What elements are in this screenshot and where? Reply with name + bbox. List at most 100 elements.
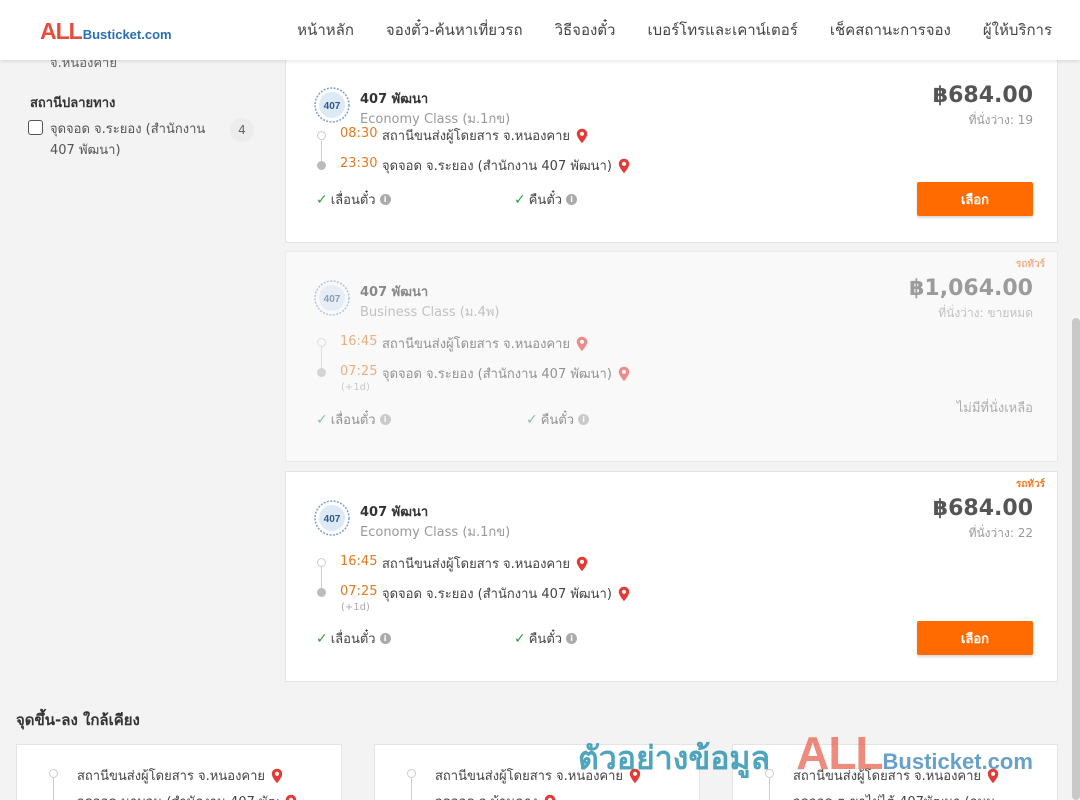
site-logo[interactable]: ALL Busticket.com [40,18,172,45]
coach-tag: รถทัวร์ [1015,479,1045,490]
nav-booking-search[interactable]: จองตั๋ว-ค้นหาเที่ยวรถ [386,18,523,42]
timeline-line [411,775,412,800]
nearby-destination: จุดจอด นาบอน (สำนักงาน 407 พัฒ [77,791,337,800]
map-pin-icon[interactable] [629,768,641,784]
map-pin-icon[interactable] [576,336,588,352]
info-icon[interactable]: i [379,633,391,644]
nearby-stops-title: จุดขึ้น-ลง ใกล้เคียง [16,711,140,729]
feature-refund-ticket: ✓ คืนตั๋ว i [514,189,578,210]
ticket-price: ฿684.00 [932,83,1033,108]
feature-refund-label: คืนตั๋ว [528,193,563,208]
timeline-end-dot [317,161,326,170]
nearby-stop-card[interactable]: สถานีขนส่งผู้โดยสาร จ.หนองคาย จุดจอด นาบ… [16,744,342,800]
map-pin-icon[interactable] [285,794,297,800]
nav-booking-status[interactable]: เช็คสถานะการจอง [830,18,951,42]
map-pin-icon[interactable] [618,158,630,174]
depart-stop: สถานีขนส่งผู้โดยสาร จ.หนองคาย [382,125,588,146]
nav-contact-counters[interactable]: เบอร์โทรและเคาน์เตอร์ [647,18,797,42]
map-pin-icon[interactable] [618,366,630,382]
info-icon[interactable]: i [578,414,590,425]
destination-checkbox[interactable] [28,120,43,135]
nearby-destination-label: จุดจอด ต.ขาไผ่ไต้ 407พัฒนา (ถนน [793,791,995,800]
arrive-stop: จุดจอด จ.ระยอง (สำนักงาน 407 พัฒนา) [382,155,630,176]
nearby-destination-label: จุดจอด จ.บ้านฉาง [435,791,538,800]
info-icon[interactable]: i [566,633,578,644]
arrive-stop-label: จุดจอด จ.ระยอง (สำนักงาน 407 พัฒนา) [382,367,612,382]
feature-change-label: เลื่อนตั๋ว [330,193,376,208]
trip-card: รถทัวร์ 407 พัฒนา Economy Class (ม.1กข) … [285,471,1058,682]
coach-tag: รถทัวร์ [1015,259,1045,270]
select-trip-button[interactable]: เลือก [917,182,1033,216]
map-pin-icon[interactable] [544,794,556,800]
destination-count-badge: 4 [230,118,254,142]
timeline-end-dot [317,368,326,377]
timeline-start-dot [317,131,326,140]
map-pin-icon[interactable] [987,768,999,784]
seats-available: ที่นั่งว่าง: ขายหมด [938,306,1033,320]
timeline-line [769,775,770,800]
nearby-origin: สถานีขนส่งผู้โดยสาร จ.หนองคาย [77,765,283,786]
next-day-indicator: (+1d) [341,382,370,393]
seats-available: ที่นั่งว่าง: 19 [968,113,1033,127]
feature-change-label: เลื่อนตั๋ว [330,413,376,428]
nearby-origin-label: สถานีขนส่งผู้โดยสาร จ.หนองคาย [793,769,982,784]
nearby-stop-card[interactable]: สถานีขนส่งผู้โดยสาร จ.หนองคาย จุดจอด ต.ข… [732,744,1058,800]
arrive-time: 07:25 [340,584,378,599]
info-icon[interactable]: i [379,194,391,205]
arrive-time: 23:30 [340,156,378,171]
feature-refund-ticket: ✓ คืนตั๋ว i [526,409,590,430]
depart-time: 08:30 [340,126,378,141]
check-icon: ✓ [316,191,328,208]
arrive-stop-label: จุดจอด จ.ระยอง (สำนักงาน 407 พัฒนา) [382,587,612,602]
map-pin-icon[interactable] [271,768,283,784]
operator-logo-icon [314,280,350,316]
nearby-origin: สถานีขนส่งผู้โดยสาร จ.หนองคาย [793,765,999,786]
check-icon: ✓ [526,411,538,428]
nav-operators[interactable]: ผู้ให้บริการ [983,18,1052,42]
depart-stop: สถานีขนส่งผู้โดยสาร จ.หนองคาย [382,333,588,354]
operator-name: 407 พัฒนา [360,92,429,107]
page-scrollbar-thumb[interactable] [1072,318,1080,800]
timeline-start-dot [49,769,58,778]
main-nav: หน้าหลัก จองตั๋ว-ค้นหาเที่ยวรถ วิธีจองตั… [265,0,1052,60]
depart-stop: สถานีขนส่งผู้โดยสาร จ.หนองคาย [382,553,588,574]
map-pin-icon[interactable] [576,128,588,144]
info-icon[interactable]: i [379,414,391,425]
bus-class: Economy Class (ม.1กข) [360,525,511,540]
map-pin-icon[interactable] [576,556,588,572]
feature-refund-label: คืนตั๋ว [540,413,575,428]
check-icon: ✓ [316,411,328,428]
nearby-destination: จุดจอด ต.ขาไผ่ไต้ 407พัฒนา (ถนน [793,791,1053,800]
operator-name: 407 พัฒนา [360,505,429,520]
nearby-origin: สถานีขนส่งผู้โดยสาร จ.หนองคาย [435,765,641,786]
arrive-time: 07:25 [340,364,378,379]
timeline-start-dot [317,558,326,567]
feature-change-label: เลื่อนตั๋ว [330,632,376,647]
feature-refund-ticket: ✓ คืนตั๋ว i [514,628,578,649]
nearby-destination-label: จุดจอด นาบอน (สำนักงาน 407 พัฒ [77,791,279,800]
trip-card: 407 พัฒนา Economy Class (ม.1กข) ฿684.00 … [285,58,1058,243]
select-trip-button[interactable]: เลือก [917,621,1033,655]
feature-refund-label: คืนตั๋ว [528,632,563,647]
logo-all-text: ALL [40,18,83,44]
timeline-end-dot [317,588,326,597]
check-icon: ✓ [514,191,526,208]
seats-available: ที่นั่งว่าง: 22 [968,526,1033,540]
logo-busticket-text: Busticket.com [82,27,172,42]
operator-logo-icon [314,87,350,123]
timeline-start-dot [407,769,416,778]
destination-option-label[interactable]: จุดจอด จ.ระยอง (สำนักงาน 407 พัฒนา) [50,119,220,161]
nav-home[interactable]: หน้าหลัก [297,18,354,42]
bus-class: Business Class (ม.4พ) [360,305,500,320]
nearby-origin-label: สถานีขนส่งผู้โดยสาร จ.หนองคาย [435,769,624,784]
check-icon: ✓ [514,630,526,647]
operator-name: 407 พัฒนา [360,285,429,300]
map-pin-icon[interactable] [618,586,630,602]
feature-change-ticket: ✓ เลื่อนตั๋ว i [316,189,391,210]
ticket-price: ฿1,064.00 [909,276,1033,301]
next-day-indicator: (+1d) [341,602,370,613]
trip-card-soldout: รถทัวร์ 407 พัฒนา Business Class (ม.4พ) … [285,251,1058,462]
nav-how-to-book[interactable]: วิธีจองตั๋ว [555,18,616,42]
info-icon[interactable]: i [566,194,578,205]
nearby-stop-card[interactable]: สถานีขนส่งผู้โดยสาร จ.หนองคาย จุดจอด จ.บ… [374,744,700,800]
